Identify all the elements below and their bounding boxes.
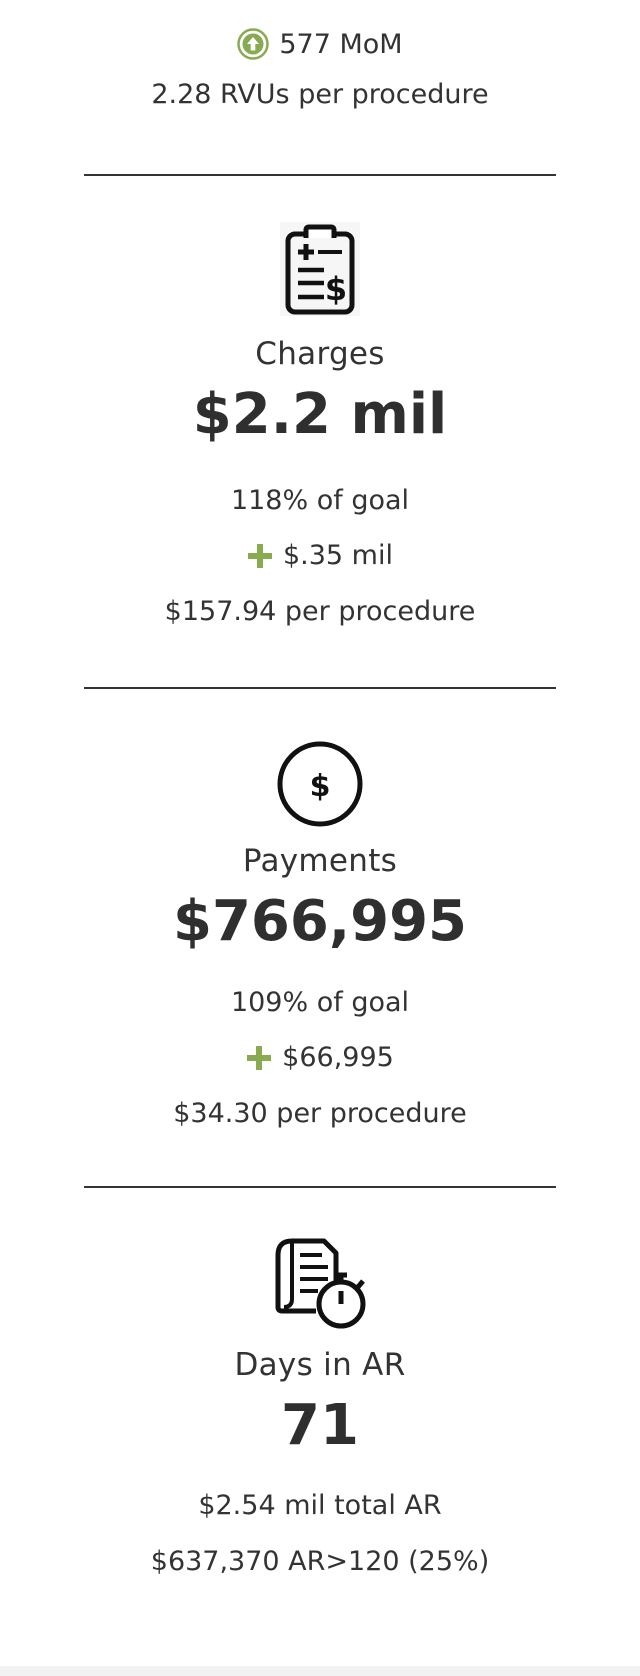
charges-goal-pct: 118% of goal bbox=[230, 485, 410, 516]
charges-per-procedure: $157.94 per procedure bbox=[164, 596, 476, 627]
page-footer-strip bbox=[0, 1666, 640, 1676]
payments-value: $766,995 bbox=[172, 889, 468, 954]
payments-label: Payments bbox=[242, 843, 398, 879]
svg-text:$: $ bbox=[310, 769, 331, 804]
section-divider bbox=[84, 174, 556, 176]
section-divider bbox=[84, 1186, 556, 1188]
rvus-mom-row: 577 MoM bbox=[0, 28, 640, 65]
document-stopwatch-icon bbox=[275, 1238, 366, 1329]
dollar-coin-icon: $ bbox=[277, 741, 363, 827]
rvus-mom-delta: 577 MoM bbox=[279, 28, 403, 60]
total-ar: $2.54 mil total AR bbox=[198, 1490, 442, 1521]
svg-text:$: $ bbox=[325, 270, 347, 308]
charges-delta: $.35 mil bbox=[282, 540, 393, 571]
plus-icon bbox=[247, 1045, 272, 1070]
payments-delta-row: $66,995 bbox=[0, 1044, 640, 1076]
plus-icon bbox=[247, 543, 272, 568]
charges-delta-row: $.35 mil bbox=[0, 542, 640, 574]
charges-value: $2.2 mil bbox=[192, 382, 448, 447]
charges-label: Charges bbox=[255, 336, 385, 372]
days-in-ar-value: 71 bbox=[281, 1393, 359, 1458]
clipboard-dollar-icon: $ bbox=[280, 222, 360, 316]
rvus-per-procedure: 2.28 RVUs per procedure bbox=[151, 79, 489, 110]
ar-over-120: $637,370 AR>120 (25%) bbox=[150, 1546, 490, 1577]
payments-delta: $66,995 bbox=[282, 1042, 394, 1073]
days-in-ar-label: Days in AR bbox=[234, 1347, 406, 1383]
section-divider bbox=[84, 687, 556, 689]
payments-goal-pct: 109% of goal bbox=[230, 987, 410, 1018]
payments-per-procedure: $34.30 per procedure bbox=[173, 1098, 467, 1129]
arrow-up-circle-icon bbox=[237, 28, 270, 60]
kpi-scorecard: 577 MoM 2.28 RVUs per procedure $ Charge… bbox=[0, 0, 640, 1676]
